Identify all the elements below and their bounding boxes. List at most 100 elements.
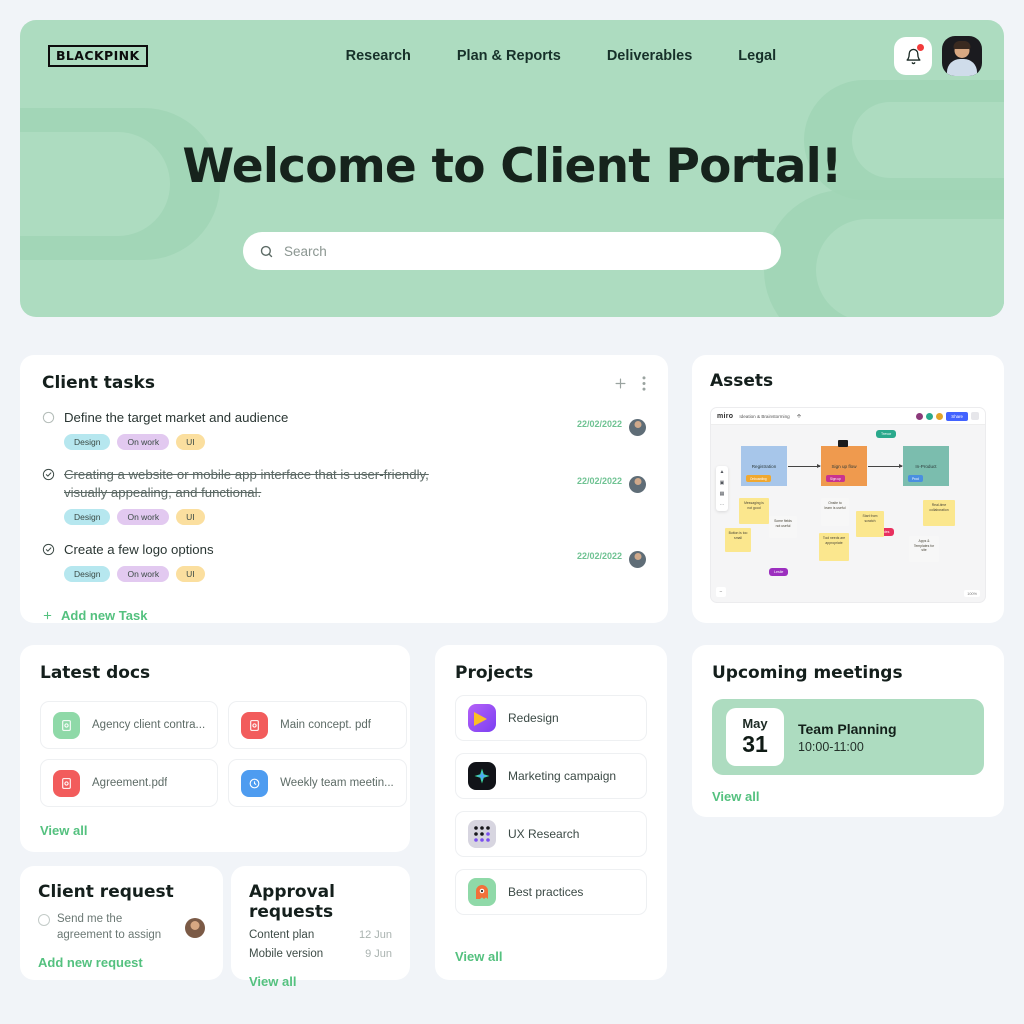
approval-row[interactable]: Mobile version 9 Jun [249, 948, 392, 960]
search-icon [259, 244, 274, 259]
task-checkbox-checked-icon[interactable] [42, 468, 56, 482]
miro-board-preview[interactable]: miro Ideation & Brainstorming Share Regi… [710, 407, 986, 603]
task-tag[interactable]: Design [64, 433, 111, 450]
meetings-view-all-link[interactable]: View all [712, 789, 984, 804]
nav-item-research[interactable]: Research [346, 48, 411, 64]
task-assignee-avatar[interactable] [629, 551, 646, 569]
task-checkbox-checked-icon[interactable] [42, 543, 56, 557]
search-input[interactable] [284, 243, 765, 259]
project-item-ux-research[interactable]: UX Research [455, 811, 647, 857]
project-item-best-practices[interactable]: Best practices [455, 869, 647, 915]
project-item-marketing[interactable]: Marketing campaign [455, 753, 647, 799]
zoom-level-label: 100% [964, 590, 980, 597]
task-content: Creating a website or mobile app interfa… [64, 466, 577, 526]
task-checkbox-unchecked-icon[interactable] [42, 411, 56, 425]
project-item-redesign[interactable]: Redesign [455, 695, 647, 741]
request-requester-avatar[interactable] [185, 918, 205, 938]
miro-tool-palette[interactable]: ▲ ▣ ▦ ⋯ [716, 466, 728, 511]
cursor-label-leslie: Leslie [769, 568, 789, 576]
sticky-cursor-marker [838, 440, 848, 447]
task-tags: Design On work UI [64, 565, 567, 582]
doc-name: Agreement.pdf [92, 777, 168, 789]
assets-card: Assets miro Ideation & Brainstorming Sha… [692, 355, 1004, 623]
search-bar[interactable] [243, 232, 781, 270]
assets-title: Assets [710, 371, 774, 391]
miro-share-button[interactable]: Share [946, 411, 968, 421]
frame-tool-icon[interactable]: ▦ [720, 491, 725, 497]
upcoming-meetings-card: Upcoming meetings May 31 Team Planning 1… [692, 645, 1004, 817]
approval-row[interactable]: Content plan 12 Jun [249, 929, 392, 941]
flow-box-registration: Registration Onboarding [741, 446, 787, 486]
client-tasks-actions [613, 375, 646, 391]
task-tag[interactable]: UI [176, 433, 205, 450]
flow-box-signup: Sign up flow Sign up [821, 446, 867, 486]
doc-item[interactable]: Main concept. pdf [228, 701, 407, 749]
request-checkbox-unchecked-icon[interactable] [38, 914, 50, 926]
add-new-request-link[interactable]: Add new request [38, 955, 205, 970]
task-tag[interactable]: Design [64, 565, 111, 582]
nav-item-deliverables[interactable]: Deliverables [607, 48, 692, 64]
docs-view-all-link[interactable]: View all [40, 823, 390, 838]
project-name: Best practices [508, 885, 584, 899]
flow-box-label: In-Product [915, 463, 937, 469]
add-new-task-button[interactable]: Add new Task [42, 608, 646, 623]
task-row[interactable]: Creating a website or mobile app interfa… [42, 466, 646, 526]
projects-view-all-link[interactable]: View all [455, 949, 647, 964]
notification-badge-dot [917, 44, 924, 51]
collaborator-avatar [936, 412, 944, 420]
meeting-item[interactable]: May 31 Team Planning 10:00-11:00 [712, 699, 984, 775]
upload-icon[interactable] [796, 413, 802, 419]
task-tag[interactable]: On work [117, 509, 170, 526]
main-nav: Research Plan & Reports Deliverables Leg… [346, 48, 777, 64]
task-tag[interactable]: On work [117, 565, 170, 582]
task-date: 22/02/2022 [576, 551, 622, 562]
task-assignee-avatar[interactable] [629, 419, 646, 436]
doc-green-icon [53, 711, 80, 739]
docs-list: Agency client contra... Main concept. pd… [40, 701, 407, 807]
approval-name: Content plan [249, 929, 315, 941]
doc-name: Weekly team meetin... [280, 777, 394, 789]
sticky-note: Onsite to learn is useful [821, 498, 849, 526]
sticky-note: Messaging is not good [739, 498, 769, 524]
miro-grid-icon[interactable] [971, 412, 979, 420]
doc-item[interactable]: Agency client contra... [40, 701, 219, 749]
task-tag[interactable]: On work [117, 433, 170, 450]
plus-icon[interactable] [613, 376, 628, 391]
client-request-title: Client request [38, 882, 174, 902]
task-meta: 22/02/2022 [577, 419, 646, 450]
meeting-name: Team Planning [798, 720, 897, 737]
nav-item-plan-reports[interactable]: Plan & Reports [457, 48, 561, 64]
approval-date: 9 Jun [365, 948, 392, 960]
doc-item[interactable]: Agreement.pdf [40, 759, 219, 807]
cursor-tool-icon[interactable]: ▲ [720, 469, 725, 475]
more-vertical-icon[interactable] [642, 375, 646, 391]
decorative-shape-right-bottom-inner [816, 219, 1004, 317]
task-tag[interactable]: UI [176, 565, 205, 582]
approvals-view-all-link[interactable]: View all [249, 974, 392, 989]
client-portal-page: BLACKPINK Research Plan & Reports Delive… [0, 0, 1024, 1024]
collaborator-avatar [926, 412, 934, 420]
notifications-button[interactable] [894, 37, 932, 75]
task-label: Creating a website or mobile app interfa… [64, 466, 429, 501]
more-tools-icon[interactable]: ⋯ [720, 502, 725, 508]
latest-docs-card: Latest docs Agency client contra... Main… [20, 645, 410, 852]
zoom-out-button[interactable]: − [716, 587, 726, 597]
task-row[interactable]: Create a few logo options Design On work… [42, 541, 646, 582]
project-name: UX Research [508, 827, 580, 841]
meeting-date-badge: May 31 [726, 708, 784, 766]
note-tool-icon[interactable]: ▣ [720, 480, 725, 486]
task-tag[interactable]: UI [176, 509, 205, 526]
page-title: Welcome to Client Portal! [182, 139, 842, 194]
nav-item-legal[interactable]: Legal [738, 48, 776, 64]
avatar[interactable] [942, 36, 982, 76]
client-request-row[interactable]: Send me the agreement to assign [38, 912, 205, 943]
task-assignee-avatar[interactable] [629, 475, 646, 493]
brand-logo[interactable]: BLACKPINK [48, 45, 148, 67]
flow-box-label: Sign up flow [831, 463, 857, 469]
client-tasks-header: Client tasks [42, 373, 646, 393]
task-tag[interactable]: Design [64, 509, 111, 526]
doc-item[interactable]: Weekly team meetin... [228, 759, 407, 807]
doc-name: Agency client contra... [92, 719, 206, 731]
collaborator-avatar [916, 412, 924, 420]
task-row[interactable]: Define the target market and audience De… [42, 409, 646, 450]
